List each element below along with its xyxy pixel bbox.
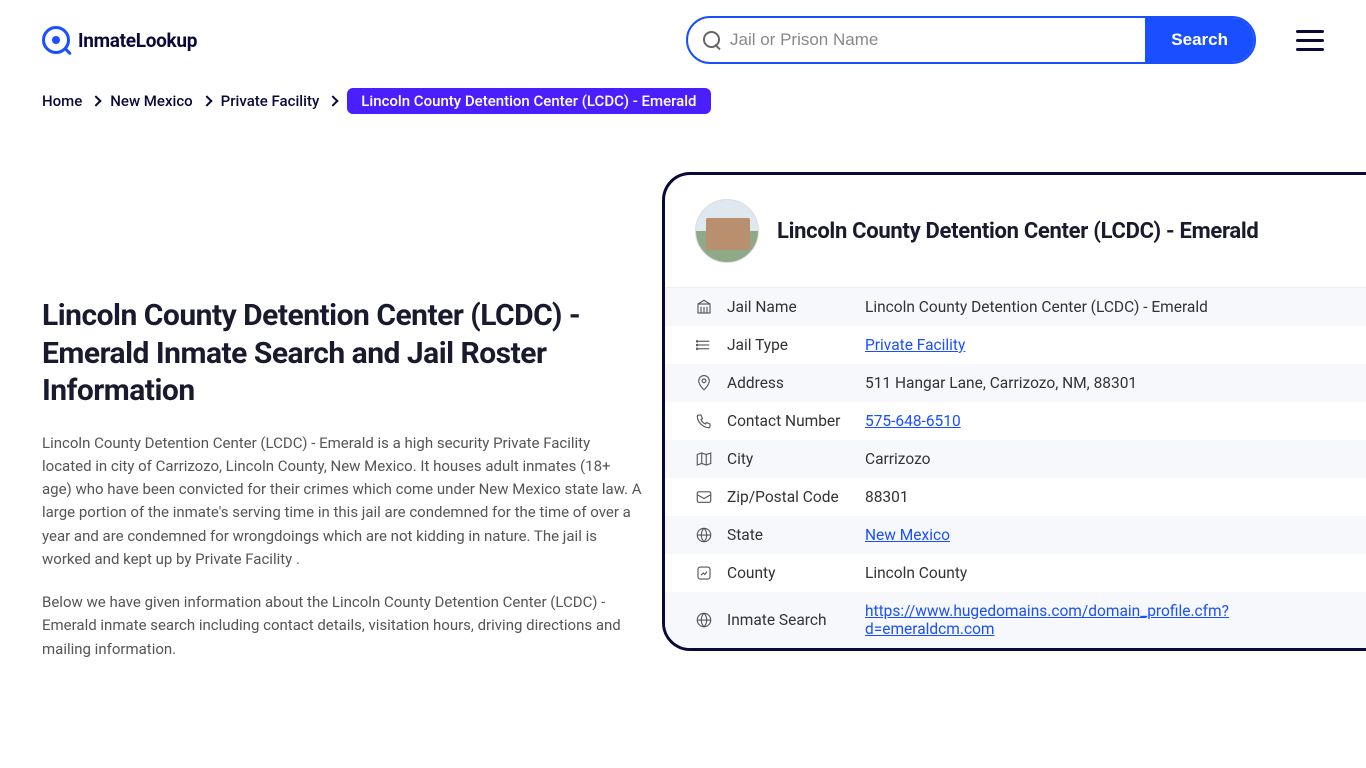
info-row: Zip/Postal Code 88301 [665,478,1366,516]
row-value: Lincoln County Detention Center (LCDC) -… [865,298,1208,316]
row-icon [695,336,713,354]
row-link[interactable]: Private Facility [865,336,965,354]
row-value: Lincoln County [865,564,967,582]
intro-paragraph: Below we have given information about th… [42,591,642,661]
intro-paragraph: Lincoln County Detention Center (LCDC) -… [42,432,642,572]
search-button[interactable]: Search [1145,18,1254,62]
row-label: Jail Name [727,298,851,316]
row-icon [695,488,713,506]
info-row: Jail Type Private Facility [665,326,1366,364]
logo[interactable]: InmateLookup [42,26,197,54]
row-value: New Mexico [865,526,950,544]
page-title: Lincoln County Detention Center (LCDC) -… [42,297,642,410]
row-link[interactable]: https://www.hugedomains.com/domain_profi… [865,602,1229,638]
row-label: City [727,450,851,468]
card-header: Lincoln County Detention Center (LCDC) -… [665,175,1366,287]
header-right: Search [686,16,1324,64]
row-label: Address [727,374,851,392]
row-value: Private Facility [865,336,965,354]
row-icon [695,412,713,430]
breadcrumb: Home New Mexico Private Facility Lincoln… [0,80,1366,132]
logo-icon [42,26,70,54]
header: InmateLookup Search [0,0,1366,80]
info-row: Address 511 Hangar Lane, Carrizozo, NM, 8… [665,364,1366,402]
search-bar: Search [686,16,1256,64]
row-value: 511 Hangar Lane, Carrizozo, NM, 88301 [865,374,1137,392]
row-icon [695,611,713,629]
info-row: City Carrizozo [665,440,1366,478]
row-value: https://www.hugedomains.com/domain_profi… [865,602,1336,638]
info-row: Contact Number 575-648-6510 [665,402,1366,440]
info-card-wrap: Lincoln County Detention Center (LCDC) -… [662,172,1366,651]
row-icon [695,564,713,582]
row-icon [695,526,713,544]
row-label: County [727,564,851,582]
row-label: Zip/Postal Code [727,488,851,506]
info-row: Inmate Search https://www.hugedomains.com… [665,592,1366,648]
logo-text: InmateLookup [78,29,197,52]
row-icon [695,450,713,468]
info-rows: Jail Name Lincoln County Detention Center… [665,287,1366,648]
info-row: Jail Name Lincoln County Detention Center… [665,288,1366,326]
row-value: 88301 [865,488,909,506]
menu-icon[interactable] [1296,30,1324,51]
breadcrumb-current: Lincoln County Detention Center (LCDC) -… [347,88,710,114]
chevron-right-icon [201,95,212,106]
row-label: State [727,526,851,544]
row-label: Jail Type [727,336,851,354]
breadcrumb-link[interactable]: Private Facility [221,92,320,110]
row-icon [695,374,713,392]
chevron-right-icon [91,95,102,106]
search-icon [702,30,722,50]
row-icon [695,298,713,316]
breadcrumb-link[interactable]: New Mexico [110,92,192,110]
row-link[interactable]: New Mexico [865,526,950,544]
row-link[interactable]: 575-648-6510 [865,412,961,430]
search-input[interactable] [730,30,1145,50]
breadcrumb-link[interactable]: Home [42,92,82,110]
info-card: Lincoln County Detention Center (LCDC) -… [662,172,1366,651]
facility-avatar [695,199,759,263]
row-label: Inmate Search [727,611,851,629]
row-value: 575-648-6510 [865,412,961,430]
info-row: County Lincoln County [665,554,1366,592]
info-row: State New Mexico [665,516,1366,554]
card-title: Lincoln County Detention Center (LCDC) -… [777,219,1258,244]
main-text: Lincoln County Detention Center (LCDC) -… [42,172,642,681]
row-label: Contact Number [727,412,851,430]
row-value: Carrizozo [865,450,931,468]
content: Lincoln County Detention Center (LCDC) -… [0,132,1366,721]
chevron-right-icon [328,95,339,106]
